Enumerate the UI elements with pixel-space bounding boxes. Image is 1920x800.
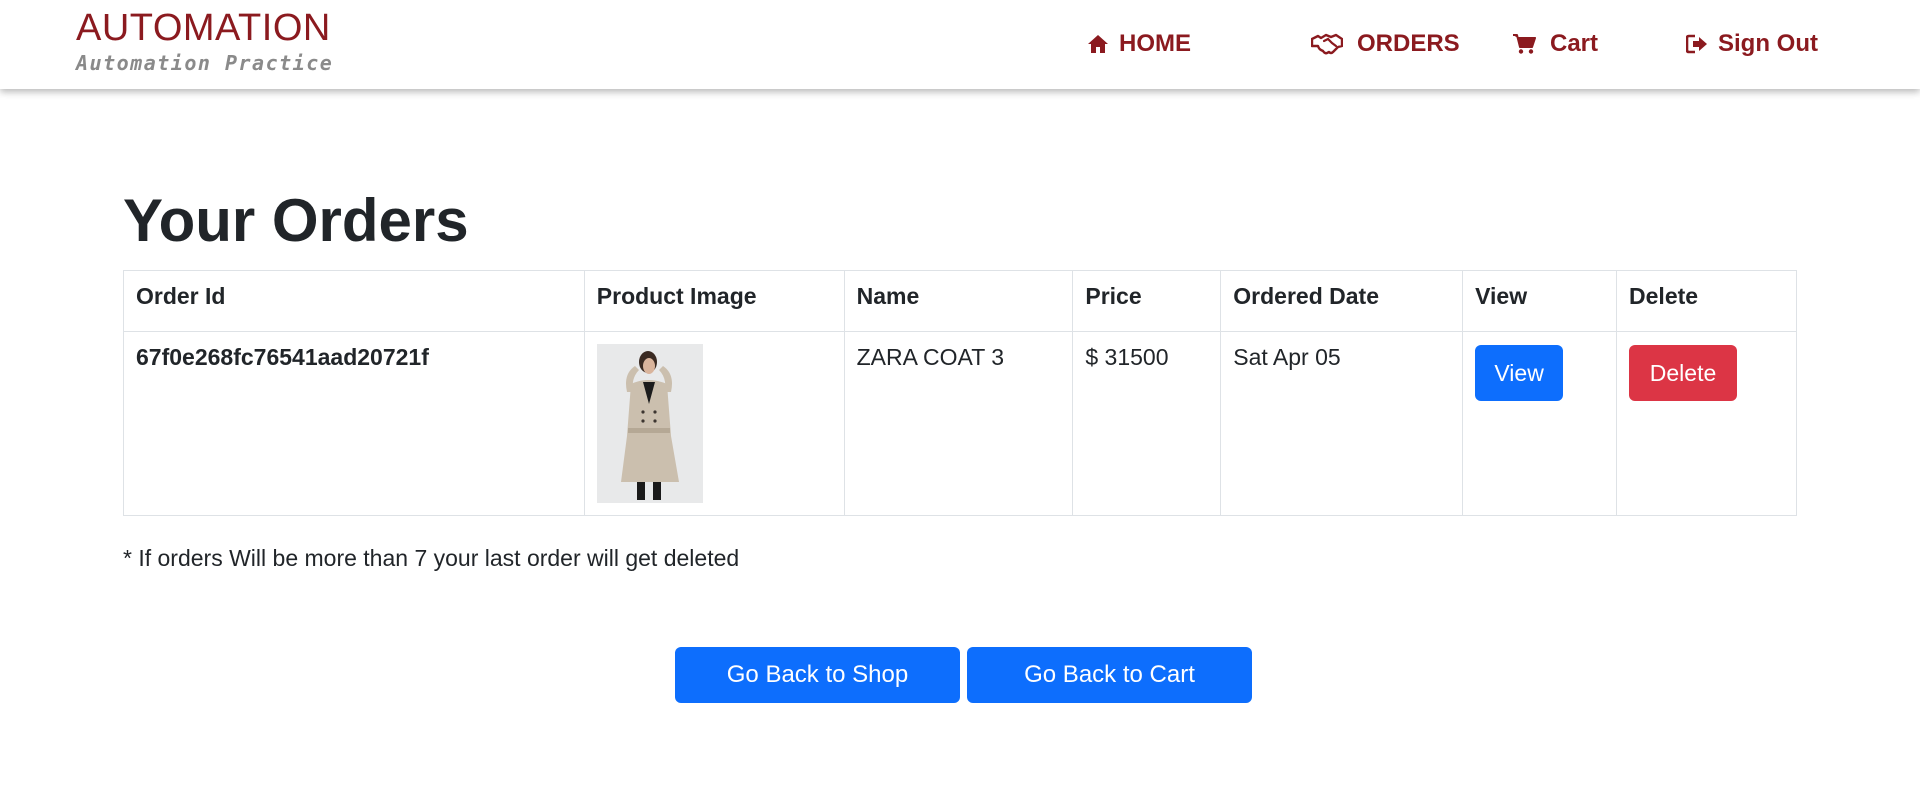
header-order-id: Order Id: [123, 270, 585, 332]
ordered-date-cell: Sat Apr 05: [1220, 331, 1464, 516]
nav-home-label: HOME: [1119, 30, 1191, 57]
top-navbar: AUTOMATION Automation Practice HOME ORDE…: [0, 0, 1920, 89]
nav-cart-label: Cart: [1550, 30, 1599, 57]
header-ordered-date: Ordered Date: [1220, 270, 1464, 332]
nav-signout-button[interactable]: Sign Out: [1686, 27, 1818, 61]
price-cell: $ 31500: [1072, 331, 1222, 516]
view-cell: View: [1462, 331, 1618, 516]
header-delete: Delete: [1616, 270, 1797, 332]
nav-cart-button[interactable]: Cart: [1512, 27, 1598, 61]
handshake-icon: [1311, 33, 1343, 55]
table-row: 67f0e268fc76541aad20721f ZARA COAT 3 $ 3…: [123, 331, 1797, 516]
header-price: Price: [1072, 270, 1222, 332]
product-image: [596, 344, 703, 503]
product-image-cell: [583, 331, 845, 516]
go-back-to-shop-button[interactable]: Go Back to Shop: [675, 647, 960, 703]
brand-title: AUTOMATION: [76, 7, 331, 49]
orders-table: Order Id Product Image Name Price Ordere…: [123, 270, 1797, 516]
brand-logo[interactable]: AUTOMATION Automation Practice: [76, 6, 333, 75]
nav-orders-label: ORDERS: [1357, 30, 1460, 57]
header-name: Name: [843, 270, 1074, 332]
go-back-to-cart-button[interactable]: Go Back to Cart: [967, 647, 1252, 703]
delete-order-button[interactable]: Delete: [1629, 345, 1738, 401]
delete-cell: Delete: [1616, 331, 1797, 516]
sign-out-icon: [1686, 34, 1708, 54]
nav-home-button[interactable]: HOME: [1087, 27, 1191, 61]
shopping-cart-icon: [1512, 33, 1536, 55]
product-name-cell: ZARA COAT 3: [843, 331, 1074, 516]
nav-orders-button[interactable]: ORDERS: [1311, 27, 1460, 61]
orders-limit-note: * If orders Will be more than 7 your las…: [123, 545, 740, 571]
table-header-row: Order Id Product Image Name Price Ordere…: [123, 270, 1797, 332]
brand-subtitle: Automation Practice: [76, 51, 334, 75]
page-title: Your Orders: [123, 187, 469, 254]
header-view: View: [1462, 270, 1618, 332]
header-product-image: Product Image: [583, 270, 845, 332]
view-order-button[interactable]: View: [1475, 345, 1564, 401]
home-icon: [1087, 34, 1109, 54]
nav-signout-label: Sign Out: [1718, 30, 1818, 57]
order-id-cell: 67f0e268fc76541aad20721f: [123, 331, 585, 516]
